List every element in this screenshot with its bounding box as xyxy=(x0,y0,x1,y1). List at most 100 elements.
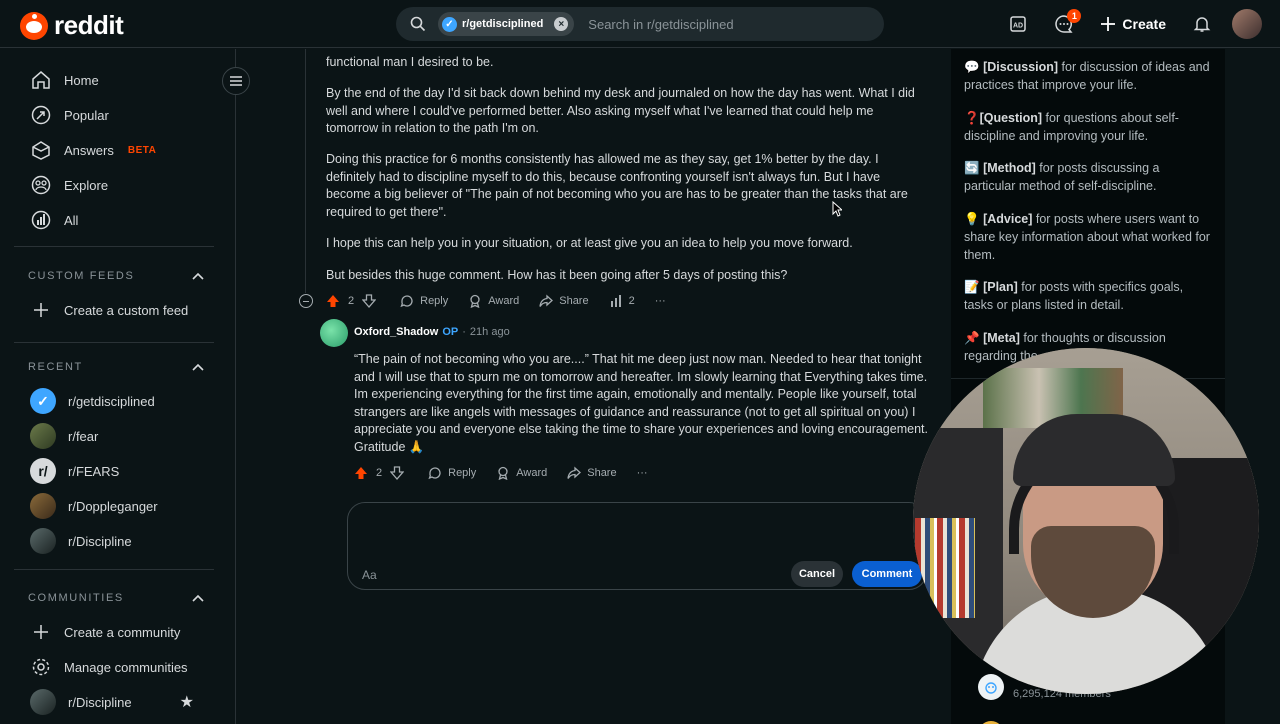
nav-home[interactable]: Home xyxy=(18,63,214,97)
comment-actions: 2 Reply Award Share 2 ··· xyxy=(326,291,686,311)
subreddit-icon xyxy=(30,493,56,519)
left-sidebar: Home Popular Answers BETA Explore All CU… xyxy=(0,49,250,724)
reply-actions: 2 Reply Award Share ··· xyxy=(354,463,668,483)
nav-explore[interactable]: Explore xyxy=(18,168,214,202)
advertise-icon[interactable]: AD xyxy=(1002,8,1034,40)
award-button[interactable]: Award xyxy=(496,466,547,480)
share-label: Share xyxy=(559,295,589,307)
comment-composer[interactable]: Aa Cancel Comment xyxy=(347,502,927,590)
comment-submit-button[interactable]: Comment xyxy=(852,561,922,587)
recent-label: r/getdisciplined xyxy=(68,393,155,409)
nav-all[interactable]: All xyxy=(18,203,214,237)
create-button[interactable]: Create xyxy=(1094,16,1172,32)
recent-item-getdisciplined[interactable]: ✓ r/getdisciplined xyxy=(18,384,214,418)
subreddit-icon xyxy=(30,528,56,554)
subreddit-icon xyxy=(30,689,56,715)
community-label: r/Discipline xyxy=(68,694,132,710)
search-bar[interactable]: ✓ r/getdisciplined × Search in r/getdisc… xyxy=(396,7,884,41)
insights-button[interactable]: 2 xyxy=(609,294,635,308)
share-icon xyxy=(567,466,582,479)
chevron-up-icon xyxy=(192,272,204,280)
nav-popular[interactable]: Popular xyxy=(18,98,214,132)
comment-thread: functional man I desired to be. By the e… xyxy=(237,49,950,724)
nav-all-label: All xyxy=(64,212,79,228)
more-options-icon[interactable]: ··· xyxy=(637,467,648,479)
cancel-button[interactable]: Cancel xyxy=(791,561,843,587)
share-label: Share xyxy=(587,467,617,479)
create-custom-feed[interactable]: Create a custom feed xyxy=(18,293,214,327)
recent-item-discipline[interactable]: r/Discipline xyxy=(18,524,214,558)
share-button[interactable]: Share xyxy=(567,466,617,480)
comment-paragraph: But besides this huge comment. How has i… xyxy=(326,268,788,282)
recent-item-doppleganger[interactable]: r/Doppleganger xyxy=(18,489,214,523)
webcam-overlay xyxy=(913,348,1259,694)
create-community-label: Create a community xyxy=(64,624,181,640)
sidebar-divider xyxy=(14,342,214,343)
recent-label: r/FEARS xyxy=(68,463,120,479)
comment-paragraph: I hope this can help you in your situati… xyxy=(326,236,853,250)
clear-chip-icon[interactable]: × xyxy=(554,17,569,31)
create-community[interactable]: Create a community xyxy=(18,615,214,649)
username[interactable]: Oxford_Shadow xyxy=(354,326,438,338)
recent-title: RECENT xyxy=(28,361,83,373)
upvote-icon[interactable] xyxy=(354,466,368,480)
formatting-toggle[interactable]: Aa xyxy=(362,568,377,582)
create-label: Create xyxy=(1122,16,1166,32)
plus-icon xyxy=(1101,17,1116,31)
avatar[interactable] xyxy=(320,319,348,347)
subreddit-icon: r/ xyxy=(30,458,56,484)
recent-item-fear[interactable]: r/fear xyxy=(18,419,214,453)
subreddit-search-chip[interactable]: ✓ r/getdisciplined × xyxy=(438,12,575,36)
pushpin-icon: 📌 xyxy=(964,331,980,345)
nav-answers[interactable]: Answers BETA xyxy=(18,133,214,167)
nav-explore-label: Explore xyxy=(64,177,109,193)
explore-icon xyxy=(31,175,51,195)
flair-rule: 💡 [Advice] for posts where users want to… xyxy=(964,210,1214,264)
recent-label: r/Doppleganger xyxy=(68,498,158,514)
vote-group: 2 xyxy=(326,294,377,308)
search-input[interactable]: Search in r/getdisciplined xyxy=(588,17,733,32)
reddit-logo[interactable]: reddit xyxy=(20,10,124,41)
downvote-icon[interactable] xyxy=(362,294,377,308)
sidebar-divider xyxy=(14,569,214,570)
answers-icon xyxy=(32,141,50,160)
favorite-star-icon[interactable]: ★ xyxy=(180,692,194,712)
recent-item-fears[interactable]: r/ r/FEARS xyxy=(18,454,214,488)
flair-rule: ❓[Question] for questions about self-dis… xyxy=(964,109,1214,145)
community-item-discipline[interactable]: r/Discipline ★ xyxy=(18,685,214,719)
reddit-snoo-icon xyxy=(20,11,48,40)
notifications-bell-icon[interactable] xyxy=(1186,8,1218,40)
search-icon xyxy=(410,16,426,32)
manage-communities[interactable]: Manage communities xyxy=(18,650,214,684)
reply-meta: Oxford_Shadow OP · 21h ago xyxy=(354,326,510,338)
downvote-icon[interactable] xyxy=(390,466,405,480)
vote-group: 2 xyxy=(354,466,405,480)
award-icon xyxy=(498,466,508,480)
top-header: reddit ✓ r/getdisciplined × Search in r/… xyxy=(0,0,1280,48)
flair-tag: [Advice] xyxy=(983,212,1033,226)
share-button[interactable]: Share xyxy=(539,294,589,308)
communities-header[interactable]: COMMUNITIES xyxy=(28,592,204,604)
logo-text: reddit xyxy=(54,10,124,40)
collapse-thread-icon[interactable] xyxy=(299,294,313,308)
upvote-icon[interactable] xyxy=(326,294,340,308)
communities-title: COMMUNITIES xyxy=(28,592,124,604)
more-options-icon[interactable]: ··· xyxy=(655,295,666,307)
chat-badge: 1 xyxy=(1067,9,1082,23)
thread-line xyxy=(305,49,306,293)
user-avatar[interactable] xyxy=(1232,9,1262,39)
custom-feeds-header[interactable]: CUSTOM FEEDS xyxy=(28,270,204,282)
recent-header[interactable]: RECENT xyxy=(28,361,204,373)
reply-icon xyxy=(400,295,413,308)
award-icon xyxy=(470,294,480,308)
chat-icon[interactable]: 1 xyxy=(1048,8,1082,40)
reply-button[interactable]: Reply xyxy=(400,294,448,308)
subreddit-icon xyxy=(30,423,56,449)
flair-rule: 💬 [Discussion] for discussion of ideas a… xyxy=(964,58,1214,94)
op-badge: OP xyxy=(442,326,459,338)
reply-button[interactable]: Reply xyxy=(428,466,476,480)
flair-tag: [Discussion] xyxy=(983,60,1059,74)
award-button[interactable]: Award xyxy=(468,294,519,308)
share-icon xyxy=(539,294,554,307)
nav-home-label: Home xyxy=(64,72,99,88)
